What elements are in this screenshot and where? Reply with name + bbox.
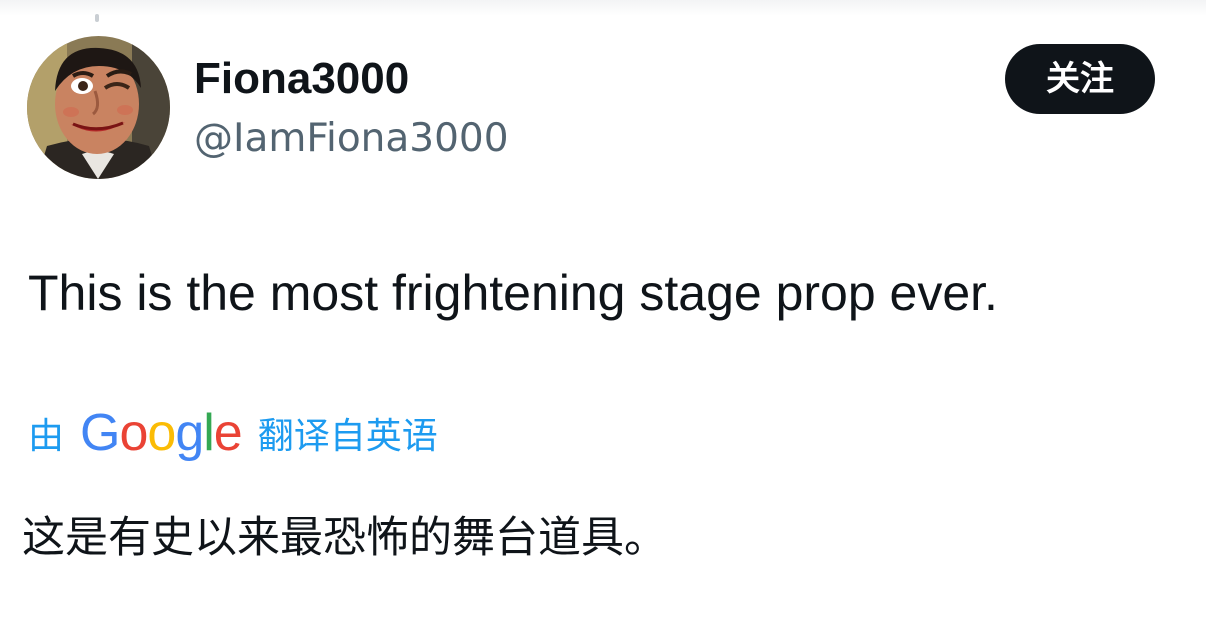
translation-label[interactable]: 由 Google 翻译自英语 (28, 405, 438, 461)
google-letter-l: l (203, 404, 215, 462)
ventriloquist-dummy-avatar-image (27, 36, 170, 179)
top-edge (0, 0, 1206, 22)
google-letter-g: G (80, 404, 120, 462)
google-logo: Google (80, 404, 243, 462)
google-letter-e: e (213, 404, 243, 462)
user-info: Fiona3000 @IamFiona3000 (194, 52, 509, 164)
google-letter-o1: o (119, 404, 148, 462)
scroll-indicator (95, 14, 99, 22)
translation-suffix: 翻译自英语 (257, 416, 438, 457)
translated-tweet-text: 这是有史以来最恐怖的舞台道具。 (22, 513, 667, 563)
display-name[interactable]: Fiona3000 (194, 52, 509, 106)
follow-button[interactable]: 关注 (1005, 44, 1155, 114)
user-handle[interactable]: @IamFiona3000 (194, 114, 509, 164)
tweet-header: Fiona3000 @IamFiona3000 关注 (27, 36, 1155, 180)
translation-prefix: 由 (28, 416, 65, 457)
google-letter-g2: g (175, 404, 204, 462)
avatar[interactable] (27, 36, 170, 179)
google-letter-o2: o (147, 404, 176, 462)
tweet-text: This is the most frightening stage prop … (28, 265, 998, 321)
